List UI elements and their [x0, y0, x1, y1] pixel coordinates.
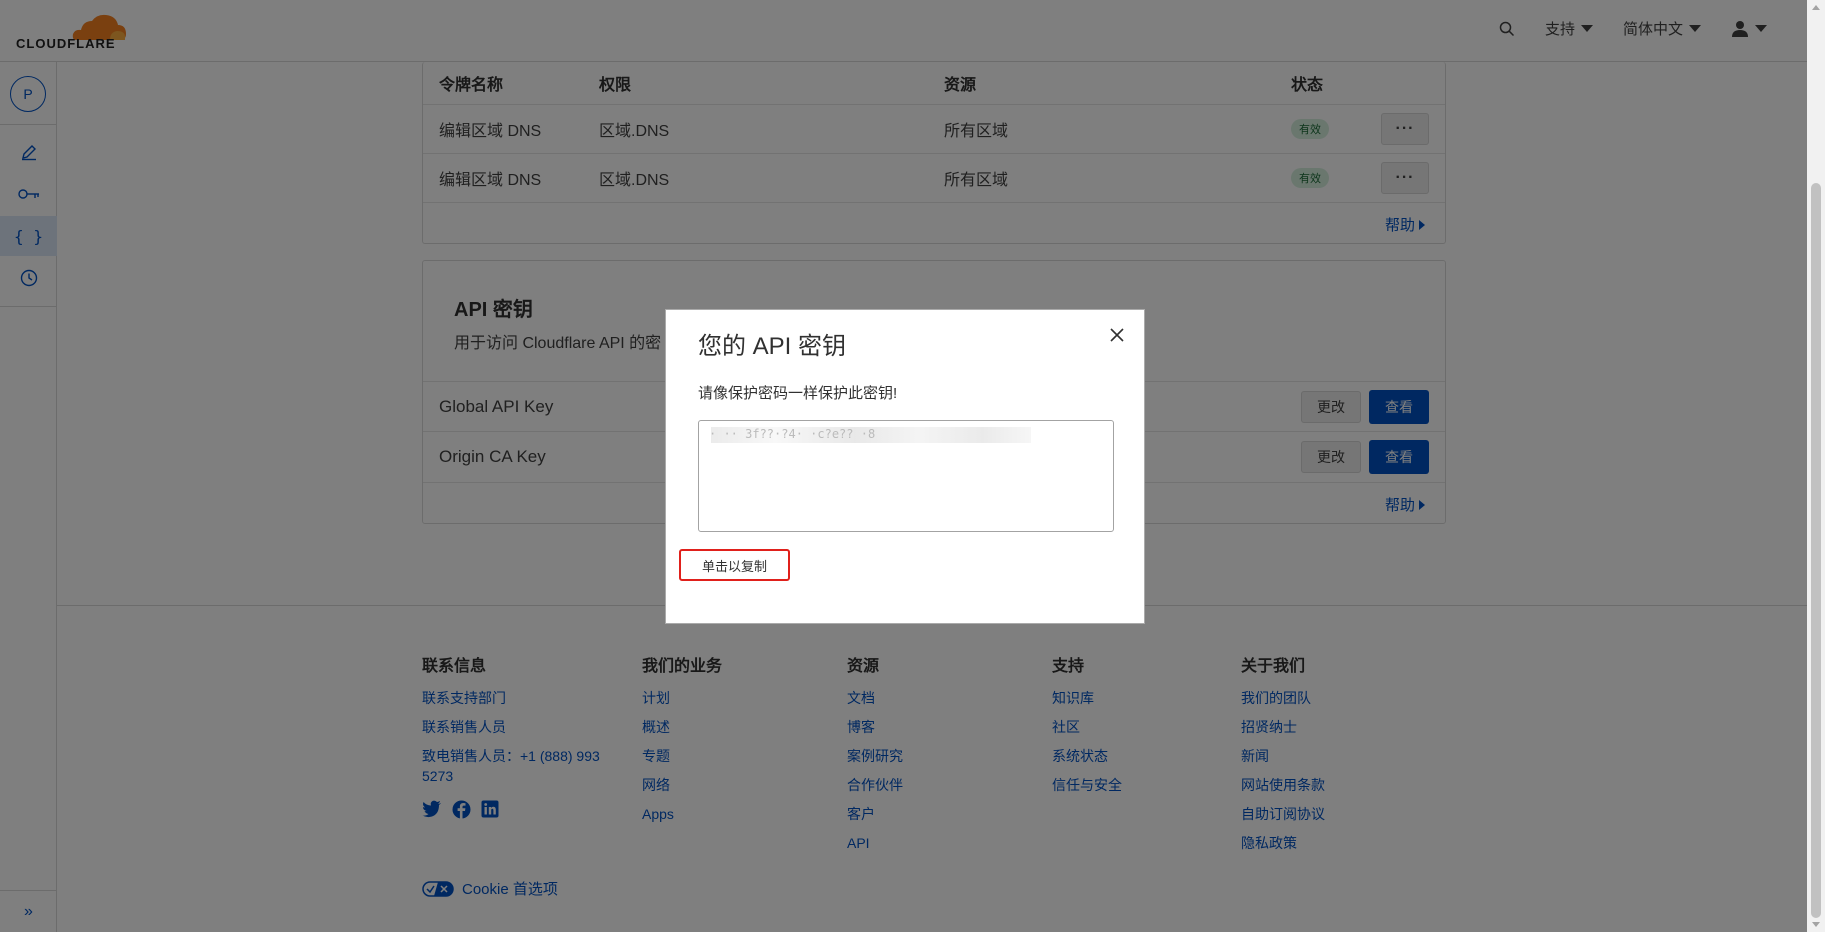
close-button[interactable]: [1106, 324, 1128, 346]
api-key-textarea[interactable]: · ·· 3f??·?4· ·c?e?? ·8: [698, 420, 1114, 532]
page-scrollbar[interactable]: [1807, 0, 1825, 932]
scrollbar-thumb[interactable]: [1811, 183, 1821, 918]
dialog-title: 您的 API 密钥: [698, 333, 847, 360]
api-key-value: · ·· 3f??·?4· ·c?e?? ·8: [709, 427, 876, 441]
copy-to-clipboard-button[interactable]: 单击以复制: [679, 549, 790, 581]
scroll-up-arrow-icon[interactable]: [1812, 5, 1820, 10]
scroll-down-arrow-icon[interactable]: [1812, 922, 1820, 927]
close-icon: [1110, 328, 1124, 342]
dialog-warning: 请像保护密码一样保护此密钥!: [698, 385, 898, 402]
api-key-dialog: 您的 API 密钥 请像保护密码一样保护此密钥! · ·· 3f??·?4· ·…: [665, 309, 1145, 624]
